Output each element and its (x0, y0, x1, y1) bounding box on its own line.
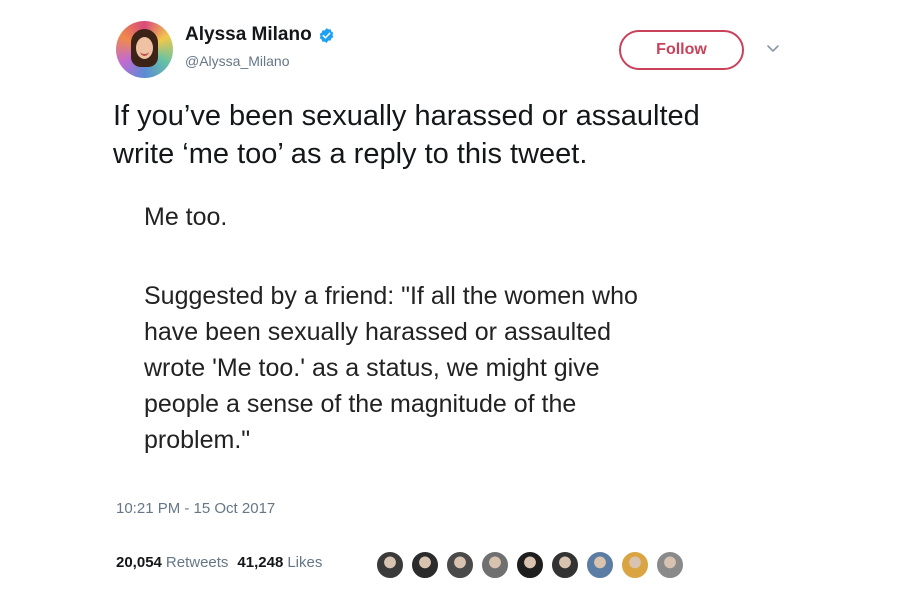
follow-button[interactable]: Follow (619, 30, 744, 70)
liker-avatar[interactable] (550, 550, 580, 580)
tweet-timestamp[interactable]: 10:21 PM - 15 Oct 2017 (116, 500, 275, 517)
author-display-name[interactable]: Alyssa Milano (185, 24, 312, 46)
liker-avatar[interactable] (515, 550, 545, 580)
retweets-label[interactable]: Retweets (166, 554, 229, 571)
attachment-me-too: Me too. (144, 203, 228, 231)
liker-avatar[interactable] (585, 550, 615, 580)
likes-count[interactable]: 41,248 (237, 554, 283, 571)
verified-badge-icon (319, 27, 333, 43)
attachment-line: problem." (144, 426, 251, 454)
chevron-down-icon[interactable] (765, 40, 781, 56)
attachment-line: have been sexually harassed or assaulted (144, 318, 611, 346)
tweet-text-line: If you’ve been sexually harassed or assa… (113, 100, 700, 132)
liker-avatar[interactable] (655, 550, 685, 580)
attachment-line: Suggested by a friend: "If all the women… (144, 282, 638, 310)
likes-label[interactable]: Likes (287, 554, 322, 571)
liker-avatars (375, 549, 695, 581)
attachment-line: people a sense of the magnitude of the (144, 390, 577, 418)
attachment-body: Suggested by a friend: "If all the women… (144, 278, 638, 458)
author-handle[interactable]: @Alyssa_Milano (185, 53, 289, 69)
attachment-line: wrote 'Me too.' as a status, we might gi… (144, 354, 600, 382)
tweet-card: Alyssa Milano @Alyssa_Milano Follow If y… (0, 0, 906, 596)
liker-avatar[interactable] (480, 550, 510, 580)
retweets-count[interactable]: 20,054 (116, 554, 162, 571)
tweet-text: If you’ve been sexually harassed or assa… (113, 97, 833, 173)
liker-avatar[interactable] (410, 550, 440, 580)
liker-avatar[interactable] (375, 550, 405, 580)
author-name-row: Alyssa Milano (185, 24, 335, 46)
tweet-stats: 20,054 Retweets 41,248 Likes (116, 554, 322, 571)
author-avatar[interactable] (116, 21, 173, 78)
liker-avatar[interactable] (445, 550, 475, 580)
liker-avatar[interactable] (620, 550, 650, 580)
tweet-text-line: write ‘me too’ as a reply to this tweet. (113, 138, 588, 170)
